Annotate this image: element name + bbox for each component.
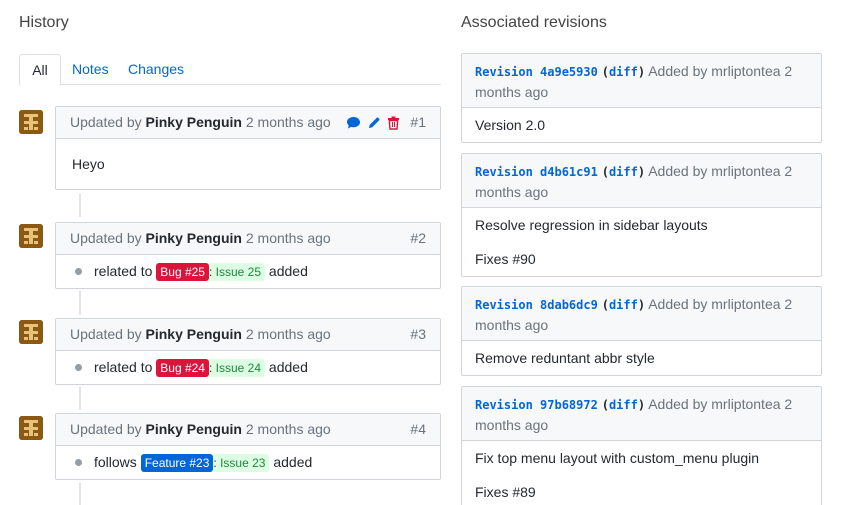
issue-title[interactable]: Issue 23 <box>220 456 265 470</box>
revisions-title: Associated revisions <box>461 14 607 31</box>
history-entry: Updated by Pinky Penguin 2 months ago #3… <box>55 318 441 385</box>
revision-message-line: Fix top menu layout with custom_menu plu… <box>475 450 760 466</box>
issue-link[interactable]: : Issue 25 <box>208 263 266 282</box>
timeline-connector <box>79 194 81 217</box>
history-tabs: All Notes Changes <box>19 54 441 86</box>
revision-link[interactable]: Revision 8dab6dc9 <box>475 298 598 312</box>
revision-header: Revision 97b68972 (diff) Added by mrlipt… <box>462 387 821 441</box>
tab-all[interactable]: All <box>19 54 61 86</box>
entry-prefix: Updated by <box>70 326 142 342</box>
revision-link[interactable]: Revision d4b61c91 <box>475 165 598 179</box>
trash-icon[interactable] <box>387 116 400 130</box>
comment-icon[interactable] <box>346 116 361 130</box>
entry-prefix: Updated by <box>70 114 142 130</box>
revision-header: Revision 4a9e5930 (diff) Added by mrlipt… <box>462 54 821 108</box>
entry-author[interactable]: Pinky Penguin <box>146 421 242 437</box>
issue-tracker-badge[interactable]: Feature #23 <box>140 454 214 473</box>
issue-tracker-badge[interactable]: Bug #24 <box>156 359 209 378</box>
diff-link[interactable]: diff <box>609 298 638 312</box>
entry-number[interactable]: #1 <box>410 107 426 138</box>
revision-card: Revision d4b61c91 (diff) Added by mrlipt… <box>461 153 822 277</box>
entry-header: Updated by Pinky Penguin 2 months ago #4 <box>56 414 440 446</box>
tab-changes[interactable]: Changes <box>128 54 184 85</box>
revision-message-line: Fixes #90 <box>475 251 536 267</box>
avatar[interactable] <box>19 110 43 134</box>
revision-header: Revision 8dab6dc9 (diff) Added by mrlipt… <box>462 287 821 341</box>
entry-number[interactable]: #3 <box>410 319 426 350</box>
entry-change: related to Bug #25: Issue 25 added <box>56 255 440 288</box>
revision-card: Revision 97b68972 (diff) Added by mrlipt… <box>461 386 822 505</box>
timeline-connector <box>79 483 81 505</box>
issue-title[interactable]: Issue 24 <box>216 361 261 375</box>
relation-text: related to <box>94 359 153 375</box>
revision-message-line: Remove reduntant abbr style <box>475 350 655 366</box>
history-entry: Updated by Pinky Penguin 2 months ago #4… <box>55 413 441 480</box>
diff-link[interactable]: diff <box>609 165 638 179</box>
revision-link[interactable]: Revision 97b68972 <box>475 398 598 412</box>
revision-message: Remove reduntant abbr style <box>462 341 821 375</box>
diff-link[interactable]: diff <box>609 65 638 79</box>
entry-note: Heyo <box>72 156 105 172</box>
revision-card: Revision 4a9e5930 (diff) Added by mrlipt… <box>461 53 822 143</box>
revision-message: Resolve regression in sidebar layouts Fi… <box>462 208 821 276</box>
change-suffix: added <box>268 263 308 279</box>
bullet <box>75 364 82 371</box>
revision-message: Fix top menu layout with custom_menu plu… <box>462 441 821 505</box>
history-entry: Updated by Pinky Penguin 2 months ago #2… <box>55 222 441 289</box>
entry-time[interactable]: 2 months ago <box>246 326 331 342</box>
pencil-icon[interactable] <box>367 116 381 130</box>
entry-change: related to Bug #24: Issue 24 added <box>56 351 440 384</box>
entry-header: Updated by Pinky Penguin 2 months ago #3 <box>56 319 440 351</box>
entry-change: follows Feature #23: Issue 23 added <box>56 446 440 479</box>
entry-actions <box>346 107 400 138</box>
entry-header: Updated by Pinky Penguin 2 months ago #2 <box>56 223 440 255</box>
entry-prefix: Updated by <box>70 421 142 437</box>
entry-header: Updated by Pinky Penguin 2 months ago #1 <box>56 107 440 139</box>
relation-text: related to <box>94 263 153 279</box>
tab-notes[interactable]: Notes <box>72 54 109 85</box>
revision-message-line: Resolve regression in sidebar layouts <box>475 217 708 233</box>
entry-time[interactable]: 2 months ago <box>246 230 331 246</box>
avatar[interactable] <box>19 320 43 344</box>
entry-prefix: Updated by <box>70 230 142 246</box>
relation-text: follows <box>94 454 137 470</box>
change-suffix: added <box>273 454 313 470</box>
issue-tracker-badge[interactable]: Bug #25 <box>156 263 209 282</box>
revision-message-line: Fixes #89 <box>475 484 536 500</box>
diff-link[interactable]: diff <box>609 398 638 412</box>
change-suffix: added <box>268 359 308 375</box>
entry-author[interactable]: Pinky Penguin <box>146 114 242 130</box>
revision-message: Version 2.0 <box>462 108 821 142</box>
avatar[interactable] <box>19 224 43 248</box>
revision-message-line: Version 2.0 <box>475 117 546 133</box>
issue-link[interactable]: : Issue 24 <box>208 359 266 378</box>
timeline-connector <box>79 387 81 410</box>
timeline-connector <box>79 291 81 315</box>
entry-number[interactable]: #4 <box>410 414 426 445</box>
entry-author[interactable]: Pinky Penguin <box>146 326 242 342</box>
history-entry: Updated by Pinky Penguin 2 months ago #1… <box>55 106 441 190</box>
revision-header: Revision d4b61c91 (diff) Added by mrlipt… <box>462 154 821 208</box>
entry-number[interactable]: #2 <box>410 223 426 254</box>
bullet <box>75 459 82 466</box>
entry-author[interactable]: Pinky Penguin <box>146 230 242 246</box>
issue-title[interactable]: Issue 25 <box>216 265 261 279</box>
entry-time[interactable]: 2 months ago <box>246 421 331 437</box>
bullet <box>75 268 82 275</box>
entry-time[interactable]: 2 months ago <box>246 114 331 130</box>
history-title: History <box>19 14 69 31</box>
issue-link[interactable]: : Issue 23 <box>213 454 270 473</box>
revision-card: Revision 8dab6dc9 (diff) Added by mrlipt… <box>461 286 822 376</box>
avatar[interactable] <box>19 416 43 440</box>
revision-link[interactable]: Revision 4a9e5930 <box>475 65 598 79</box>
